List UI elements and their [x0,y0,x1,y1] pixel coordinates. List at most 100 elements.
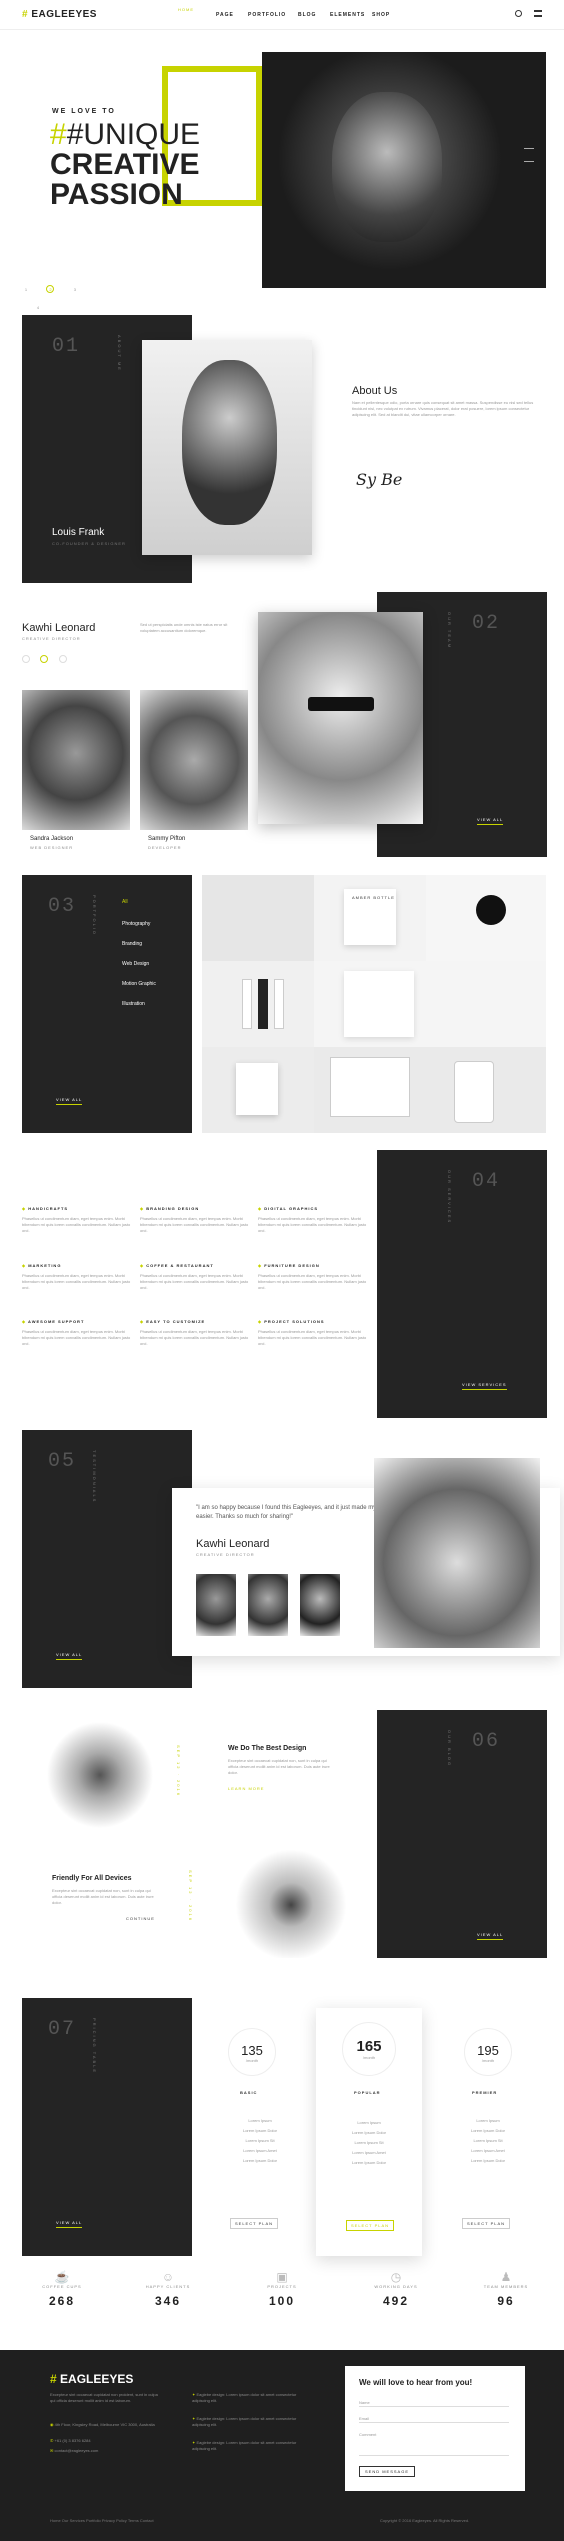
service-item: ◆ DIGITAL GRAPHICS Phasellus ut condimen… [258,1206,367,1233]
nav-item-page[interactable]: PAGE [216,12,234,18]
filter-branding[interactable]: Branding [122,941,142,948]
service-item: ◆ HANDICRAFTS Phasellus ut condimentum d… [22,1206,131,1233]
footer-link[interactable]: Home [50,2518,61,2523]
nav-item-blog[interactable]: BLOG [298,12,316,18]
tile-card-label: AMBER BOTTLE [352,895,395,900]
comment-field[interactable]: Comment [359,2432,509,2456]
hero-image [262,52,546,288]
continue-link[interactable]: CONTINUE [126,1916,155,1921]
service-icon: ◆ [22,1206,27,1211]
footer-links: Home Our Services Portfolio Privacy Poli… [50,2518,310,2523]
footer: # EAGLEEYES Excepteur sint occaecat cupi… [0,2350,564,2541]
section-vertical-label: OUR SERVICES [447,1170,452,1225]
pagination-dot-active[interactable]: 2 [46,285,55,293]
select-plan-button[interactable]: SELECT PLAN [230,2218,279,2229]
view-all-button[interactable]: VIEW ALL [477,1932,504,1940]
footer-phone: ✆ +61 (0) 3 8376 6284 [50,2438,91,2443]
menu-icon[interactable] [534,10,542,17]
service-item: ◆ MARKETING Phasellus ut condimentum dia… [22,1263,131,1290]
select-plan-button[interactable]: SELECT PLAN [462,2218,511,2229]
instagram-icon[interactable] [58,655,67,663]
search-icon[interactable] [515,10,522,17]
team-name: Kawhi Leonard [22,622,96,634]
view-services-button[interactable]: VIEW SERVICES [462,1382,507,1390]
footer-tweet: ✦ Eaglebe design: Lorem ipsum dolor sit … [192,2392,297,2403]
price-circle: 195 /month [464,2028,512,2076]
portfolio-tile-notebook[interactable] [314,961,546,1047]
name-field[interactable]: Name [359,2400,509,2407]
price-circle: 135 /month [228,2028,276,2076]
send-message-button[interactable]: SEND MESSAGE [359,2466,416,2477]
footer-link[interactable]: Our Services [62,2518,85,2523]
blog-photo-jumper [228,1840,368,1958]
section-number: 06 [472,1730,501,1753]
stat-item: ☺ HAPPY CLIENTS 346 [128,2270,208,2308]
briefcase-icon: ▣ [276,2270,288,2284]
section-number: 03 [48,895,77,918]
logo[interactable]: # EAGLEEYES [22,9,97,20]
pagination-dot[interactable]: 1 [22,286,30,294]
service-item: ◆ PROJECT SOLUTIONS Phasellus ut condime… [258,1319,367,1346]
facebook-icon[interactable] [22,655,30,663]
portfolio-tile-coffee[interactable] [426,875,546,961]
portfolio-tile-bottles[interactable] [202,961,314,1047]
team-member-name: Sammy Pifton [148,836,186,842]
portfolio-tile-frame[interactable] [202,1047,314,1133]
team-member-photo [22,690,130,830]
blog-panel: 06 OUR BLOG VIEW ALL [377,1710,547,1958]
view-all-button[interactable]: VIEW ALL [56,1097,83,1105]
service-icon: ◆ [22,1263,27,1268]
service-icon: ◆ [140,1319,145,1324]
section-number: 07 [48,2018,77,2041]
filter-web-design[interactable]: Web Design [122,961,149,968]
service-icon: ◆ [258,1206,263,1211]
service-icon: ◆ [140,1206,145,1211]
learn-more-link[interactable]: LEARN MORE [228,1786,264,1791]
testimonial-panel: 05 TESTIMONIALS VIEW ALL [22,1430,192,1688]
stat-label: COFFEE CUPS [42,2284,82,2289]
services-panel: 04 OUR SERVICES VIEW SERVICES [377,1150,547,1418]
portfolio-tile-origami[interactable] [202,875,314,961]
view-all-button[interactable]: VIEW ALL [56,1652,83,1660]
pagination-dot[interactable]: 4 [34,304,42,312]
nav-item-shop[interactable]: SHOP [372,12,390,18]
nav-item-portfolio[interactable]: PORTFOLIO [248,12,286,18]
footer-link[interactable]: Privacy Policy [102,2518,127,2523]
footer-tweet: ✦ Eaglebe design: Lorem ipsum dolor sit … [192,2440,297,2451]
testimonial-thumb[interactable] [300,1574,340,1636]
team-icon: ♟ [500,2270,512,2284]
service-icon: ◆ [258,1319,263,1324]
twitter-icon[interactable] [40,655,49,663]
footer-link[interactable]: Portfolio [86,2518,101,2523]
footer-email[interactable]: ✉ contact@eagleeyes.com [50,2448,98,2454]
stat-label: PROJECTS [267,2284,297,2289]
footer-link[interactable]: Contact [140,2518,154,2523]
section-vertical-label: TESTIMONIALS [92,1450,97,1504]
hero-kicker: WE LOVE TO [52,108,116,115]
view-all-button[interactable]: VIEW ALL [477,817,504,825]
portfolio-tile-phone[interactable] [314,1047,546,1133]
filter-photography[interactable]: Photography [122,921,150,928]
hero-line3: PASSION [50,178,183,211]
section-vertical-label: OUR BLOG [447,1730,452,1768]
testimonial-thumb[interactable] [196,1574,236,1636]
testimonial-thumb[interactable] [248,1574,288,1636]
pagination-dot[interactable]: 3 [71,286,79,294]
view-all-button[interactable]: VIEW ALL [56,2220,83,2228]
portfolio-tile-card[interactable]: AMBER BOTTLE [314,875,426,961]
filter-all[interactable]: All [122,899,128,906]
smile-icon: ☺ [161,2270,175,2284]
footer-link[interactable]: Terms [128,2518,139,2523]
stat-value: 492 [382,2294,410,2308]
nav-item-elements[interactable]: ELEMENTS [330,12,365,18]
footer-logo[interactable]: # EAGLEEYES [50,2372,133,2386]
blog-body-1: Excepteur sint occaecat cupidatat non, s… [228,1758,330,1775]
filter-motion-graphic[interactable]: Motion Graphic [122,981,156,988]
coffee-cup [476,895,506,925]
team-role: CREATIVE DIRECTOR [22,636,81,641]
select-plan-button[interactable]: SELECT PLAN [346,2220,395,2231]
email-field[interactable]: Email [359,2416,509,2423]
hero-line1: ##UNIQUE [50,118,201,151]
nav-home[interactable]: HOME [178,7,194,12]
filter-illustration[interactable]: Illustration [122,1001,145,1008]
